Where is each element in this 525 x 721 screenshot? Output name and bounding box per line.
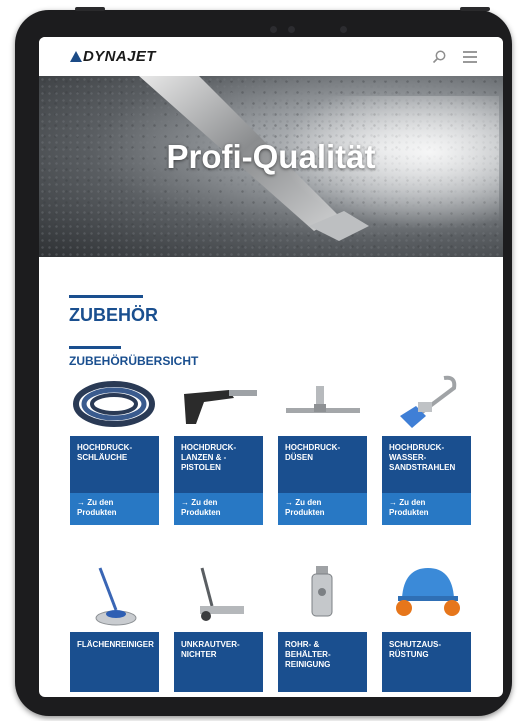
to-products-link[interactable]: → Zu den Produkten [174, 493, 263, 525]
surface-cleaner-image [70, 562, 159, 632]
search-icon[interactable] [431, 49, 447, 65]
site-header: DYNAJET [39, 37, 503, 76]
section-title: ZUBEHÖR [69, 305, 158, 325]
tile-label: HOCHDRUCK- SCHLÄUCHE [70, 436, 159, 493]
nozzle-image [278, 372, 367, 436]
section-subtitle: ZUBEHÖRÜBERSICHT [69, 354, 199, 368]
camera-bar [270, 22, 350, 36]
logo-mark-icon [70, 51, 82, 62]
to-products-link[interactable]: → Zu den Produkten [278, 493, 367, 525]
title-underline [69, 295, 143, 298]
sandblaster-image [382, 372, 471, 436]
volume-button [75, 7, 105, 11]
to-products-link[interactable]: → Zu den Produkten [70, 493, 159, 525]
to-products-link[interactable]: → Zu den Produkten [382, 493, 471, 525]
menu-icon[interactable] [463, 51, 477, 63]
tile-label: HOCHDRUCK- WASSER- SANDSTRAHLEN [382, 436, 471, 493]
spray-gun-image [174, 372, 263, 436]
product-tile-weed-killer[interactable]: UNKRAUTVER- NICHTER [174, 562, 263, 692]
product-tile-nozzles[interactable]: HOCHDRUCK- DÜSEN → Zu den Produkten [278, 372, 367, 525]
hero-banner: Profi-Qualität [39, 76, 503, 257]
hose-image [70, 372, 159, 436]
logo-text: DYNAJET [83, 48, 156, 65]
pipe-nozzle-image [278, 562, 367, 632]
tile-label: UNKRAUTVER- NICHTER [174, 632, 263, 692]
tile-label: HOCHDRUCK- DÜSEN [278, 436, 367, 493]
weed-killer-image [174, 562, 263, 632]
power-button [460, 7, 490, 11]
product-tile-lances[interactable]: HOCHDRUCK- LANZEN & - PISTOLEN → Zu den … [174, 372, 263, 525]
logo[interactable]: DYNAJET [70, 48, 156, 65]
helmet-image [382, 562, 471, 632]
tile-label: SCHUTZAUS- RÜSTUNG [382, 632, 471, 692]
tile-label: HOCHDRUCK- LANZEN & - PISTOLEN [174, 436, 263, 493]
product-tile-sandblasting[interactable]: HOCHDRUCK- WASSER- SANDSTRAHLEN → Zu den… [382, 372, 471, 525]
tile-label: ROHR- & BEHÄLTER- REINIGUNG [278, 632, 367, 692]
product-tile-pipe-cleaning[interactable]: ROHR- & BEHÄLTER- REINIGUNG [278, 562, 367, 692]
product-tile-protective-gear[interactable]: SCHUTZAUS- RÜSTUNG [382, 562, 471, 692]
hero-title: Profi-Qualität [166, 138, 376, 175]
screen: DYNAJET Profi-Qualität ZUBEHÖR ZUBEHÖRÜB… [39, 37, 503, 697]
product-tile-hoses[interactable]: HOCHDRUCK- SCHLÄUCHE → Zu den Produkten [70, 372, 159, 525]
product-tile-surface-cleaner[interactable]: FLÄCHENREINIGER [70, 562, 159, 692]
subtitle-underline [69, 346, 121, 349]
tile-label: FLÄCHENREINIGER [70, 632, 159, 692]
